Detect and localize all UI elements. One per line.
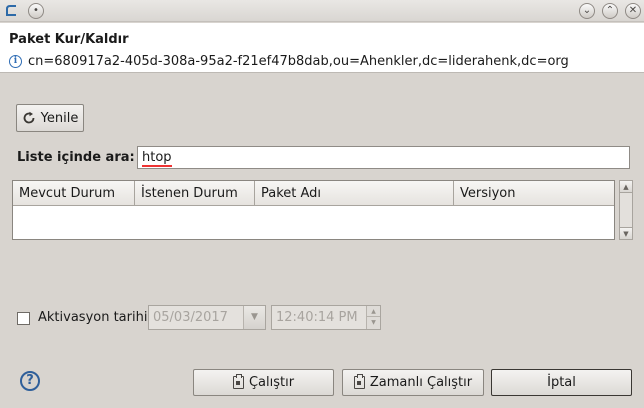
activation-checkbox[interactable] xyxy=(17,312,30,325)
refresh-icon xyxy=(23,111,35,124)
search-label: Liste içinde ara: xyxy=(17,150,135,165)
chevron-down-icon: ▼ xyxy=(243,306,265,329)
column-header-package-name[interactable]: Paket Adı xyxy=(255,181,454,206)
scheduled-run-label: Zamanlı Çalıştır xyxy=(369,375,473,390)
clipboard-icon xyxy=(232,374,244,389)
run-button[interactable]: Çalıştır xyxy=(193,369,334,396)
table-scrollbar[interactable]: ▲ ▼ xyxy=(619,180,633,240)
info-icon: i xyxy=(9,55,22,68)
time-spinner: ▲ ▼ xyxy=(366,306,380,329)
clipboard-icon xyxy=(353,374,365,389)
scheduled-run-button[interactable]: Zamanlı Çalıştır xyxy=(342,369,484,396)
dialog-info-text: cn=680917a2-405d-308a-95a2-f21ef47b8dab,… xyxy=(28,54,569,69)
package-table[interactable]: Mevcut Durum İstenen Durum Paket Adı Ver… xyxy=(12,180,615,240)
cancel-button[interactable]: İptal xyxy=(491,369,632,396)
dialog-title: Paket Kur/Kaldır xyxy=(9,32,129,47)
spin-up-icon: ▲ xyxy=(367,306,380,317)
refresh-button[interactable]: Yenile xyxy=(16,104,84,132)
scroll-up-icon[interactable]: ▲ xyxy=(620,181,632,193)
column-header-version[interactable]: Versiyon xyxy=(454,181,614,206)
minimize-icon[interactable]: ⌄ xyxy=(579,3,595,19)
table-header: Mevcut Durum İstenen Durum Paket Adı Ver… xyxy=(13,181,614,206)
scroll-down-icon[interactable]: ▼ xyxy=(620,227,632,239)
activation-time-picker: 12:40:14 PM ▲ ▼ xyxy=(271,305,381,330)
search-input[interactable]: htop xyxy=(137,146,630,169)
dialog-header: Paket Kur/Kaldır i cn=680917a2-405d-308a… xyxy=(0,23,644,73)
maximize-icon[interactable]: ⌃ xyxy=(602,3,618,19)
title-bar: • ⌄ ⌃ ✕ xyxy=(0,0,644,22)
activation-date-value: 05/03/2017 xyxy=(153,310,228,325)
activation-date-picker: 05/03/2017 ▼ xyxy=(148,305,266,330)
refresh-label: Yenile xyxy=(40,110,79,126)
column-header-current-status[interactable]: Mevcut Durum xyxy=(13,181,135,206)
activation-time-value: 12:40:14 PM xyxy=(276,310,358,325)
activation-label: Aktivasyon tarihi xyxy=(38,310,148,325)
run-label: Çalıştır xyxy=(248,375,295,390)
app-icon xyxy=(6,5,16,16)
close-icon[interactable]: ✕ xyxy=(625,3,641,19)
cancel-label: İptal xyxy=(547,375,576,390)
spin-down-icon: ▼ xyxy=(371,319,376,326)
column-header-desired-status[interactable]: İstenen Durum xyxy=(135,181,255,206)
menu-icon[interactable]: • xyxy=(28,3,44,19)
help-icon[interactable]: ? xyxy=(20,371,40,391)
search-value: htop xyxy=(142,150,172,167)
